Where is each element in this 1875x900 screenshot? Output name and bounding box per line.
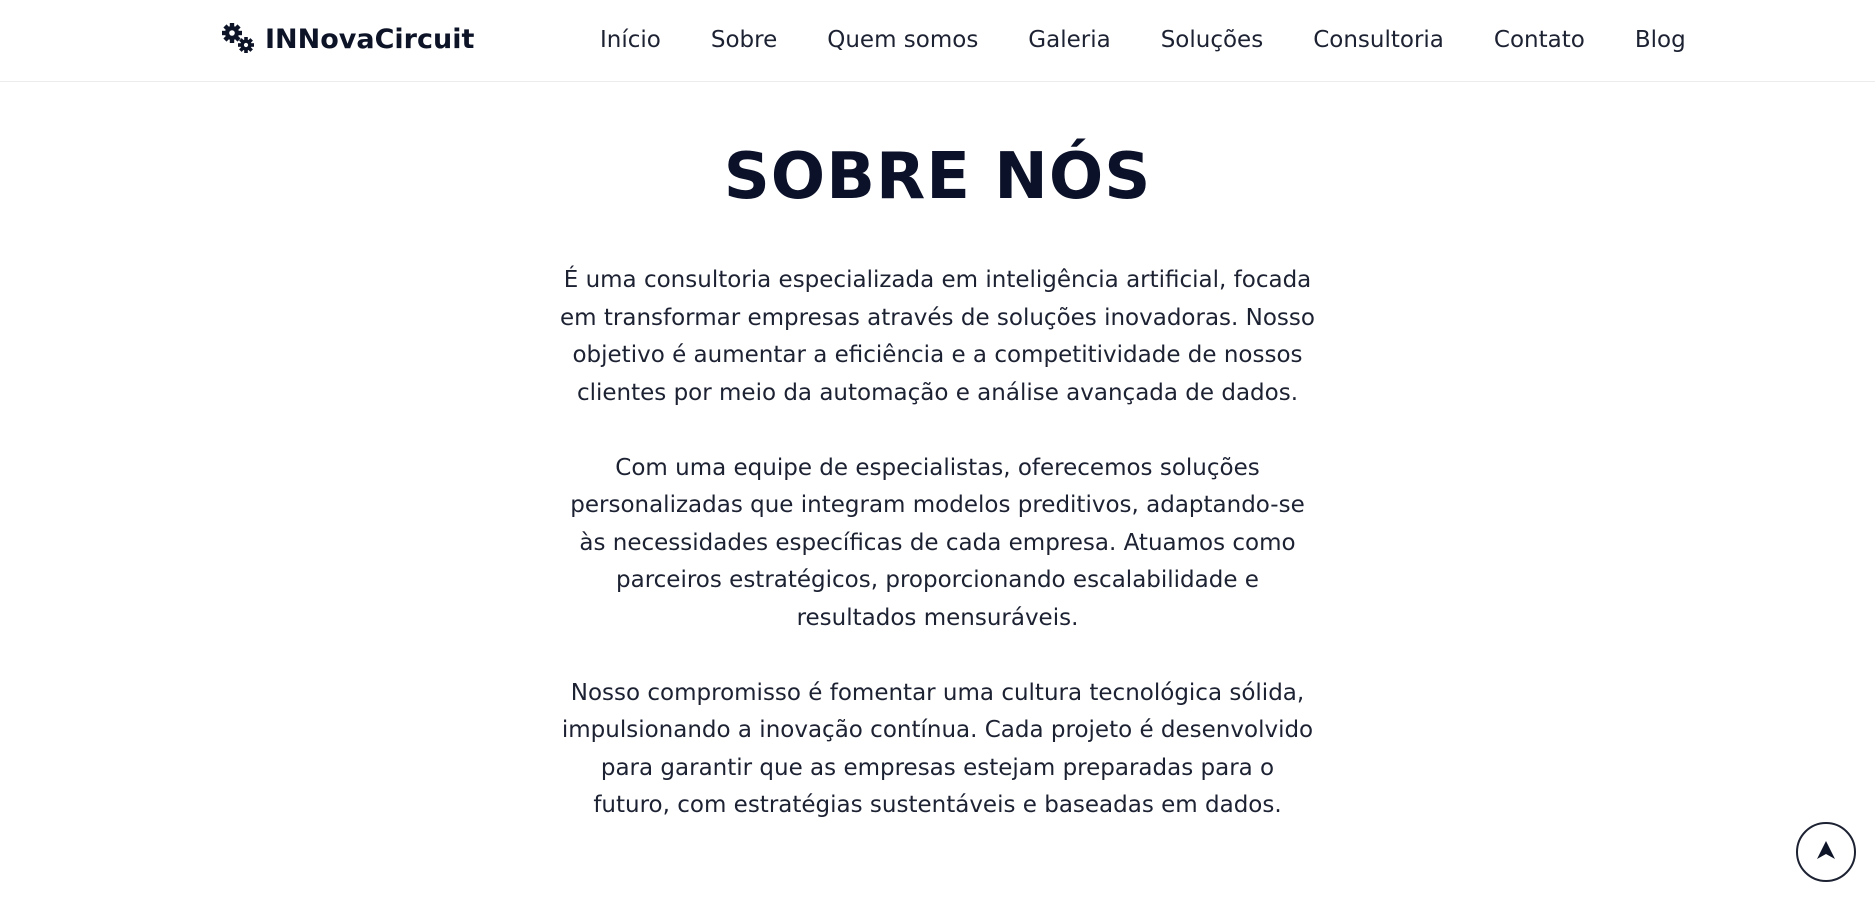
nav-item-inicio[interactable]: Início (575, 27, 686, 53)
main-nav: Início Sobre Quem somos Galeria Soluções… (575, 20, 1711, 60)
arrow-up-icon (1814, 838, 1838, 866)
page-title: SOBRE NÓS (723, 140, 1152, 214)
about-paragraph-1: É uma consultoria especializada em intel… (560, 267, 1315, 406)
nav-item-galeria[interactable]: Galeria (1003, 27, 1135, 53)
scroll-to-top-button[interactable] (1796, 822, 1856, 882)
gears-icon (221, 22, 257, 56)
nav-item-quem-somos[interactable]: Quem somos (802, 27, 1003, 53)
nav-item-blog[interactable]: Blog (1610, 27, 1711, 53)
nav-item-sobre[interactable]: Sobre (686, 27, 802, 53)
brand-name: INNovaCircuit (265, 23, 475, 55)
about-paragraph-3: Nosso compromisso é fomentar uma cultura… (561, 679, 1314, 819)
nav-item-solucoes[interactable]: Soluções (1136, 27, 1289, 53)
nav-item-contato[interactable]: Contato (1469, 27, 1610, 53)
nav-item-consultoria[interactable]: Consultoria (1288, 27, 1469, 53)
brand-logo-link[interactable]: INNovaCircuit (221, 19, 474, 59)
about-text: É uma consultoria especializada em intel… (560, 262, 1315, 862)
about-paragraph-2: Com uma equipe de especialistas, oferece… (570, 454, 1305, 631)
navbar: INNovaCircuit Início Sobre Quem somos Ga… (0, 0, 1875, 82)
